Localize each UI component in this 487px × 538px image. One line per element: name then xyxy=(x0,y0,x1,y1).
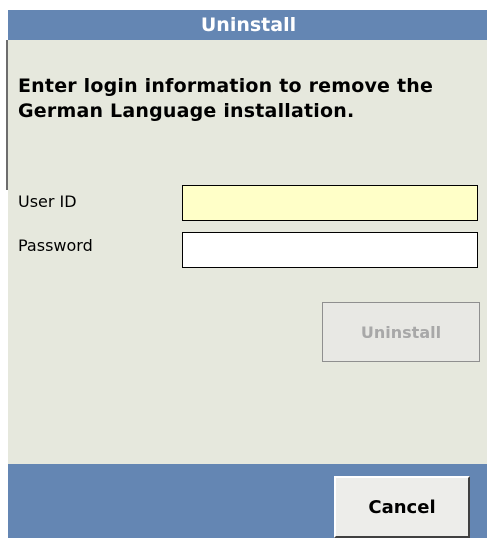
content-area: Enter login information to remove the Ge… xyxy=(8,40,487,464)
user-id-label: User ID xyxy=(18,192,77,211)
instructions-text: Enter login information to remove the Ge… xyxy=(18,75,434,122)
uninstall-dialog: Uninstall Enter login information to rem… xyxy=(0,0,487,538)
title-bar: Uninstall xyxy=(8,10,487,40)
user-id-input[interactable] xyxy=(182,185,478,221)
dialog-title: Uninstall xyxy=(200,14,297,36)
bottom-command-bar: Cancel xyxy=(8,464,487,538)
cancel-button[interactable]: Cancel xyxy=(334,476,470,538)
uninstall-button[interactable]: Uninstall xyxy=(322,302,480,362)
password-label: Password xyxy=(18,236,93,255)
password-input[interactable] xyxy=(182,232,478,268)
